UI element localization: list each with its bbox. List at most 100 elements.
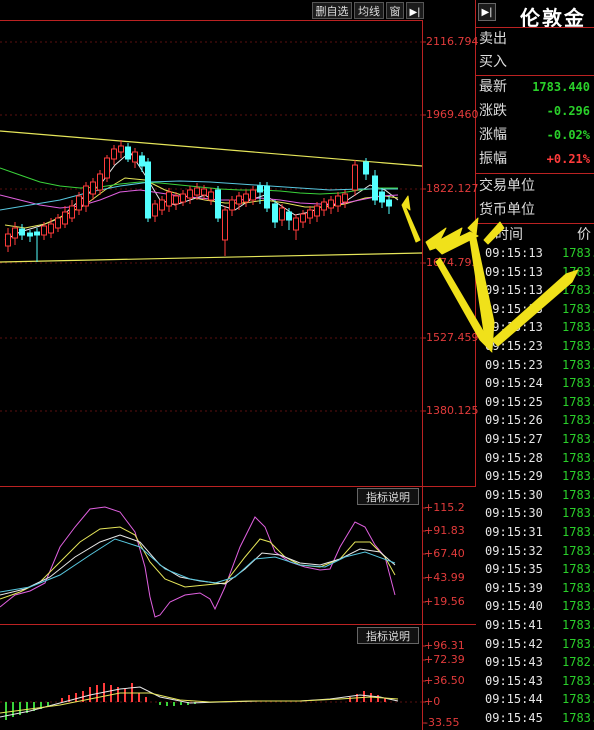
main-chart-panel[interactable]: 删自选 均线 窗 ▶︎| 2116.794 1969.460 1822.127 … <box>0 0 479 487</box>
tick-row[interactable]: 09:15:43 1783. <box>477 672 594 691</box>
tick-price: 1783. <box>562 376 594 391</box>
macd-axis-label: -33.55 <box>424 716 460 729</box>
latest-label: 最新 <box>479 79 507 95</box>
currency-unit-row: 货币单位 <box>477 199 594 222</box>
kdj-axis-label: +115.2 <box>424 501 465 514</box>
latest-value: 1783.440 <box>532 80 590 94</box>
tick-row[interactable]: 09:15:29 1783. <box>477 467 594 486</box>
latest-row: 最新 1783.440 <box>477 76 594 99</box>
tick-row[interactable]: 09:15:13 1783. <box>477 244 594 263</box>
tick-time: 09:15:29 <box>485 469 543 484</box>
tick-price: 1783. <box>562 264 594 279</box>
currency-unit-label: 货币单位 <box>479 202 535 218</box>
tick-row[interactable]: 09:15:45 1783. <box>477 709 594 728</box>
tick-time: 09:15:13 <box>485 301 543 316</box>
change-label: 涨跌 <box>479 103 507 119</box>
tick-price: 1783. <box>562 301 594 316</box>
tick-row[interactable]: 09:15:30 1783. <box>477 486 594 505</box>
macd-axis-label: +36.50 <box>424 674 465 687</box>
tick-row[interactable]: 09:15:31 1783. <box>477 523 594 542</box>
kdj-axis-label: +91.83 <box>424 524 465 537</box>
kdj-axis-label: +19.56 <box>424 595 465 608</box>
tick-price: 1783. <box>562 432 594 446</box>
tick-time: 09:15:13 <box>485 283 543 298</box>
tick-price: 1783. <box>562 357 594 372</box>
tick-row[interactable]: 09:15:24 1783. <box>477 374 594 393</box>
tick-row[interactable]: 09:15:35 1783. <box>477 560 594 579</box>
tick-row[interactable]: 09:15:26 1783. <box>477 411 594 430</box>
tick-time: 09:15:35 <box>485 562 543 577</box>
change-pct-value: -0.02% <box>546 128 590 142</box>
amplitude-label: 振幅 <box>479 151 507 167</box>
ticks-header: 时间 价 <box>477 225 594 245</box>
tick-row[interactable]: 09:15:32 1783. <box>477 542 594 561</box>
tick-row[interactable]: 09:15:43 1782. <box>477 653 594 672</box>
tick-time: 09:15:13 <box>485 246 543 260</box>
price-axis-label: 1380.125 <box>426 404 479 417</box>
tick-time: 09:15:39 <box>485 580 543 595</box>
tick-price: 1783. <box>562 320 594 335</box>
ticks-time-header: 时间 <box>495 227 523 243</box>
kdj-axis-label: +67.40 <box>424 547 465 560</box>
tick-time: 09:15:44 <box>485 692 543 707</box>
tick-time: 09:15:42 <box>485 636 543 651</box>
upper-trendline <box>0 130 423 167</box>
quote-collapse-button[interactable]: ▶︎| <box>478 3 496 21</box>
tick-row[interactable]: 09:15:27 1783. <box>477 430 594 449</box>
tick-time: 09:15:13 <box>485 320 543 335</box>
tick-time: 09:15:13 <box>485 264 543 279</box>
tick-time: 09:15:40 <box>485 599 543 614</box>
tick-price: 1783. <box>562 543 594 558</box>
tick-price: 1783. <box>562 636 594 651</box>
change-row: 涨跌 -0.296 <box>477 100 594 123</box>
tick-row[interactable]: 09:15:44 1783. <box>477 690 594 709</box>
tick-price: 1783. <box>562 506 594 521</box>
amplitude-row: 振幅 +0.21% <box>477 148 594 171</box>
tick-row[interactable]: 09:15:41 1783. <box>477 616 594 635</box>
price-axis-label: 1969.460 <box>426 108 479 121</box>
buy-row: 买入 <box>477 51 594 74</box>
main-chart-svg <box>0 0 476 487</box>
tick-row[interactable]: 09:15:13 1783. <box>477 300 594 319</box>
tick-time: 09:15:25 <box>485 394 543 409</box>
tick-row[interactable]: 09:15:25 1783. <box>477 393 594 412</box>
tick-row[interactable]: 09:15:40 1783. <box>477 597 594 616</box>
tick-row[interactable]: 09:15:30 1783. <box>477 504 594 523</box>
tick-row[interactable]: 09:15:23 1783. <box>477 337 594 356</box>
macd-dif-line <box>0 686 399 718</box>
kdj-indicator-panel[interactable]: 指标说明 +115.2 +91.83 +67.40 +43.99 +19.56 <box>0 487 476 625</box>
tick-time: 09:15:28 <box>485 450 543 465</box>
macd-indicator-panel[interactable]: 指标说明 +96.31 +72.39 +36.50 +0 -33.55 <box>0 625 476 730</box>
tick-price: 1783. <box>562 580 594 595</box>
tick-time: 09:15:32 <box>485 543 543 558</box>
expand-arrow-icon: ▶︎| <box>481 7 493 18</box>
tick-price: 1783. <box>562 283 594 298</box>
tick-time: 09:15:23 <box>485 357 543 372</box>
price-axis-label: 2116.794 <box>426 35 479 48</box>
tick-price: 1783. <box>562 450 594 465</box>
sell-label: 卖出 <box>479 31 507 47</box>
macd-axis-label: +72.39 <box>424 653 465 666</box>
ticks-divider <box>476 223 594 224</box>
tick-time: 09:15:41 <box>485 618 543 632</box>
quote-divider <box>476 173 594 174</box>
tick-row[interactable]: 09:15:13 1783. <box>477 281 594 300</box>
tick-price: 1782. <box>562 655 594 670</box>
tick-row[interactable]: 09:15:13 1783. <box>477 263 594 282</box>
tick-row[interactable]: 09:15:28 1783. <box>477 449 594 468</box>
sell-row: 卖出 <box>477 28 594 51</box>
tick-row[interactable]: 09:15:23 1783. <box>477 356 594 375</box>
kdj-extra-line <box>0 538 396 593</box>
tick-row[interactable]: 09:15:13 1783. <box>477 318 594 337</box>
kdj-axis-label: +43.99 <box>424 571 465 584</box>
tick-price: 1783. <box>562 562 594 577</box>
tick-row[interactable]: 09:15:39 1783. <box>477 579 594 598</box>
tick-price: 1783. <box>562 711 594 725</box>
tick-time: 09:15:43 <box>485 673 543 688</box>
tick-time: 09:15:31 <box>485 525 543 539</box>
price-axis-label: 1822.127 <box>426 182 479 195</box>
tick-row[interactable]: 09:15:42 1783. <box>477 635 594 654</box>
tick-price: 1783. <box>562 618 594 632</box>
tick-time: 09:15:23 <box>485 339 543 353</box>
tick-time: 09:15:45 <box>485 711 543 725</box>
